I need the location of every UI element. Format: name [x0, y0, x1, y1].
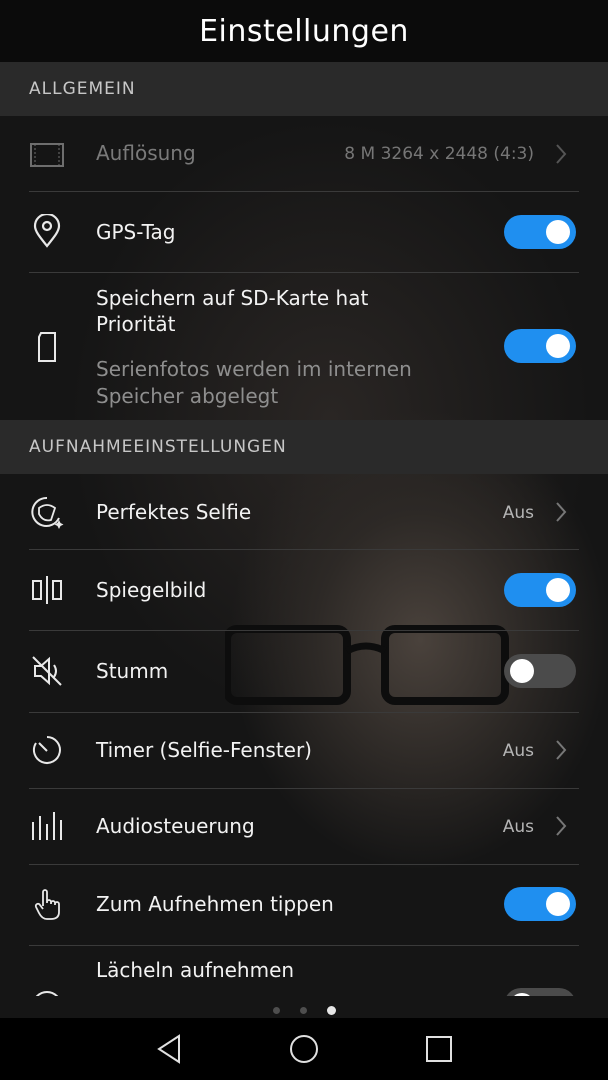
toggle-knob [546, 578, 570, 602]
timer-icon [29, 732, 65, 768]
tap-to-capture-toggle[interactable] [504, 887, 576, 921]
page-indicator [0, 1002, 608, 1018]
perfect-selfie-label: Perfektes Selfie [96, 500, 252, 524]
setting-row-mirror[interactable]: Spiegelbild [0, 550, 608, 630]
setting-row-smile-capture[interactable]: Lächeln aufnehmen [0, 946, 608, 996]
hand-tap-icon [29, 886, 65, 922]
chevron-right-icon [556, 144, 567, 164]
setting-row-tap-to-capture[interactable]: Zum Aufnehmen tippen [0, 865, 608, 945]
perfect-selfie-value: Aus [502, 503, 534, 523]
recents-square-icon[interactable] [421, 1031, 457, 1067]
sd-label-line1: Speichern auf SD-Karte hat [96, 286, 369, 310]
setting-row-sd-card[interactable]: Speichern auf SD-Karte hat Priorität Ser… [0, 273, 608, 420]
gps-toggle[interactable] [504, 215, 576, 249]
page-dot [299, 1006, 307, 1014]
setting-row-smile-capture-clip: Lächeln aufnehmen [0, 946, 608, 996]
smile-capture-toggle[interactable] [504, 988, 576, 996]
chevron-right-icon [556, 502, 567, 522]
setting-row-mute[interactable]: Stumm [0, 631, 608, 712]
home-circle-icon[interactable] [286, 1031, 322, 1067]
audio-control-label: Audiosteuerung [96, 814, 255, 838]
page-dot-active [326, 1005, 336, 1015]
sd-card-toggle[interactable] [504, 329, 576, 363]
mute-label: Stumm [96, 659, 169, 683]
sd-subtext-line2: Speicher abgelegt [96, 384, 279, 408]
page-title: Einstellungen [199, 13, 409, 49]
section-header-general: ALLGEMEIN [0, 62, 608, 116]
beauty-face-icon [29, 494, 65, 530]
speaker-muted-icon [29, 653, 65, 689]
mirror-label: Spiegelbild [96, 578, 207, 602]
smile-capture-label: Lächeln aufnehmen [96, 958, 295, 982]
mirror-toggle[interactable] [504, 573, 576, 607]
setting-row-audio-control[interactable]: Audiosteuerung Aus [0, 789, 608, 864]
section-label-general: ALLGEMEIN [29, 79, 136, 99]
timer-value: Aus [502, 741, 534, 761]
sd-subtext-line1: Serienfotos werden im internen [96, 357, 412, 381]
resolution-value: 8 M 3264 x 2448 (4:3) [344, 144, 534, 164]
chevron-right-icon [556, 816, 567, 836]
timer-label: Timer (Selfie-Fenster) [96, 738, 312, 762]
setting-row-gps[interactable]: GPS-Tag [0, 192, 608, 272]
sd-card-icon [29, 329, 65, 365]
gps-label: GPS-Tag [96, 220, 176, 244]
toggle-knob [546, 892, 570, 916]
toggle-knob [546, 220, 570, 244]
resolution-frame-icon [29, 136, 65, 172]
setting-row-perfect-selfie[interactable]: Perfektes Selfie Aus [0, 474, 608, 549]
setting-row-timer[interactable]: Timer (Selfie-Fenster) Aus [0, 713, 608, 788]
page-dot [272, 1006, 280, 1014]
resolution-label: Auflösung [96, 141, 196, 165]
toggle-knob [510, 659, 534, 683]
section-label-capture: AUFNAHMEEINSTELLUNGEN [29, 437, 287, 457]
mute-toggle[interactable] [504, 654, 576, 688]
back-triangle-icon[interactable] [151, 1031, 187, 1067]
audio-bars-icon [29, 808, 65, 844]
section-header-capture: AUFNAHMEEINSTELLUNGEN [0, 420, 608, 474]
title-bar: Einstellungen [0, 0, 608, 62]
audio-control-value: Aus [502, 817, 534, 837]
toggle-knob [546, 334, 570, 358]
chevron-right-icon [556, 740, 567, 760]
toggle-knob [510, 993, 534, 996]
tap-to-capture-label: Zum Aufnehmen tippen [96, 892, 334, 916]
system-navigation-bar [0, 1018, 608, 1080]
sd-label-line2: Priorität [96, 312, 176, 336]
location-pin-icon [29, 214, 65, 250]
mirror-icon [29, 572, 65, 608]
smile-face-icon [29, 988, 65, 996]
setting-row-resolution[interactable]: Auflösung 8 M 3264 x 2448 (4:3) [0, 116, 608, 192]
